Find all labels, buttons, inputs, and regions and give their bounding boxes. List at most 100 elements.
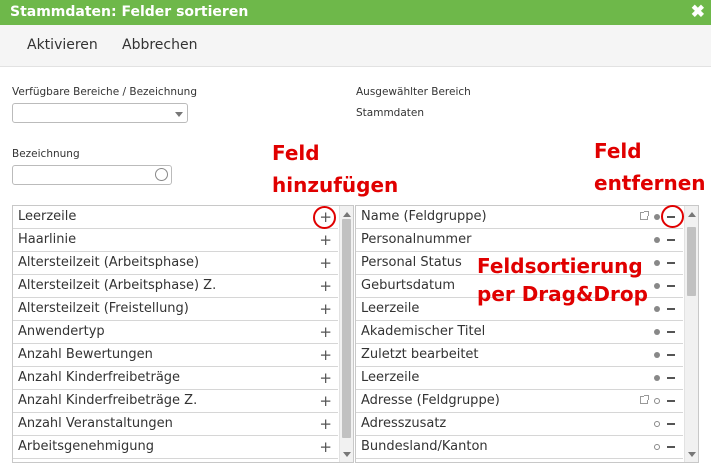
available-field-label: Anwendertyp (18, 324, 105, 339)
selected-field-label: Name (Feldgruppe) (361, 209, 487, 224)
filled-dot-icon[interactable] (654, 306, 660, 312)
selected-area-label: Ausgewählter Bereich (356, 86, 471, 98)
filled-dot-icon[interactable] (654, 283, 660, 289)
selected-field-row[interactable]: Leerzeile (356, 367, 683, 390)
areas-label: Verfügbare Bereiche / Bezeichnung (12, 86, 197, 98)
hollow-dot-icon[interactable] (654, 444, 660, 450)
chevron-down-icon (175, 112, 183, 117)
hollow-dot-icon[interactable] (654, 421, 660, 427)
available-field-row[interactable]: Haarlinie + (13, 229, 338, 252)
minus-icon[interactable] (667, 239, 675, 241)
available-field-row[interactable]: Anzahl Kinderfreibeträge Z. + (13, 390, 338, 413)
available-fields-scrollbar[interactable] (339, 206, 353, 462)
name-search-input[interactable] (12, 165, 172, 185)
filled-dot-icon[interactable] (654, 214, 660, 220)
available-field-label: Anzahl Veranstaltungen (18, 416, 173, 431)
annotation-add-line1: Feld (272, 141, 320, 165)
annotation-remove-line1: Feld (594, 139, 642, 163)
minus-icon[interactable] (667, 354, 675, 356)
name-label: Bezeichnung (12, 148, 80, 160)
selected-field-label: Zuletzt bearbeitet (361, 347, 479, 362)
selected-field-label: Leerzeile (361, 370, 420, 385)
scroll-up-icon[interactable] (688, 212, 696, 217)
available-field-label: Leerzeile (18, 209, 77, 224)
available-field-label: Haarlinie (18, 232, 77, 247)
plus-icon[interactable]: + (319, 436, 332, 458)
available-field-row[interactable]: Altersteilzeit (Arbeitsphase) + (13, 252, 338, 275)
available-fields-list: Leerzeile + Haarlinie + Altersteilzeit (Arbe… (12, 205, 354, 463)
filled-dot-icon[interactable] (654, 375, 660, 381)
selected-fields-scrollbar[interactable] (684, 206, 698, 462)
window-title: Stammdaten: Felder sortieren (10, 4, 249, 20)
available-field-label: Arbeitsgenehmigung (18, 439, 154, 454)
annotation-drag-drop: Feldsortierung per Drag&Drop (477, 252, 648, 308)
selected-field-row[interactable]: Personalnummer (356, 229, 683, 252)
available-field-row[interactable]: Anzahl Kinderfreibeträge + (13, 367, 338, 390)
plus-icon[interactable]: + (319, 275, 332, 297)
scroll-down-icon[interactable] (343, 452, 351, 457)
available-field-label: Altersteilzeit (Arbeitsphase) (18, 255, 200, 270)
minus-icon[interactable] (667, 262, 675, 264)
minus-icon[interactable] (667, 285, 675, 287)
minus-icon[interactable] (667, 377, 675, 379)
available-field-row[interactable]: Altersteilzeit (Arbeitsphase) Z. + (13, 275, 338, 298)
plus-icon[interactable]: + (319, 229, 332, 251)
plus-icon[interactable]: + (319, 252, 332, 274)
selected-field-label: Adresse (Feldgruppe) (361, 393, 500, 408)
selected-field-label: Geburtsdatum (361, 278, 455, 293)
available-field-row[interactable]: Anzahl Veranstaltungen + (13, 413, 338, 436)
annotation-sort-line2: per Drag&Drop (477, 282, 648, 306)
external-link-icon[interactable] (640, 395, 649, 404)
external-link-icon[interactable] (640, 211, 649, 220)
selected-field-label: Akademischer Titel (361, 324, 486, 339)
plus-icon[interactable]: + (319, 390, 332, 412)
selected-field-row[interactable]: Akademischer Titel (356, 321, 683, 344)
window-titlebar: Stammdaten: Felder sortieren ✖ (0, 0, 711, 25)
filled-dot-icon[interactable] (654, 352, 660, 358)
filled-dot-icon[interactable] (654, 237, 660, 243)
available-field-label: Anzahl Kinderfreibeträge (18, 370, 181, 385)
toolbar: Aktivieren Abbrechen (0, 25, 711, 67)
available-field-label: Anzahl Bewertungen (18, 347, 153, 362)
available-field-label: Altersteilzeit (Arbeitsphase) Z. (18, 278, 217, 293)
plus-icon[interactable]: + (319, 413, 332, 435)
available-field-row[interactable]: Anwendertyp + (13, 321, 338, 344)
minus-icon[interactable] (667, 446, 675, 448)
scroll-thumb[interactable] (687, 227, 696, 297)
annotation-add-field: Feld hinzufügen (272, 137, 398, 201)
plus-icon[interactable]: + (319, 367, 332, 389)
selected-field-label: Personalnummer (361, 232, 472, 247)
annotation-sort-line1: Feldsortierung (477, 254, 643, 278)
hollow-dot-icon[interactable] (654, 398, 660, 404)
plus-icon[interactable]: + (319, 321, 332, 343)
filled-dot-icon[interactable] (654, 329, 660, 335)
selected-field-label: Adresszusatz (361, 416, 447, 431)
available-field-row[interactable]: Anzahl Bewertungen + (13, 344, 338, 367)
selected-field-row[interactable]: Adresse (Feldgruppe) (356, 390, 683, 413)
filled-dot-icon[interactable] (654, 260, 660, 266)
areas-select[interactable] (12, 103, 188, 123)
scroll-thumb[interactable] (342, 219, 351, 438)
scroll-up-icon[interactable] (343, 212, 351, 217)
highlight-add-ring (313, 206, 336, 229)
plus-icon[interactable]: + (319, 298, 332, 320)
minus-icon[interactable] (667, 423, 675, 425)
minus-icon[interactable] (667, 331, 675, 333)
plus-icon[interactable]: + (319, 344, 332, 366)
available-field-row[interactable]: Leerzeile + (13, 206, 338, 229)
activate-button[interactable]: Aktivieren (27, 37, 98, 53)
minus-icon[interactable] (667, 400, 675, 402)
selected-field-row[interactable]: Zuletzt bearbeitet (356, 344, 683, 367)
available-field-row[interactable]: Arbeitsgenehmigung + (13, 436, 338, 459)
search-icon[interactable] (155, 168, 168, 181)
close-icon[interactable]: ✖ (691, 1, 705, 23)
selected-field-row[interactable]: Bundesland/Kanton (356, 436, 683, 459)
selected-field-row[interactable]: Name (Feldgruppe) (356, 206, 683, 229)
highlight-remove-ring (661, 205, 684, 228)
cancel-button[interactable]: Abbrechen (122, 37, 197, 53)
selected-field-label: Leerzeile (361, 301, 420, 316)
available-field-row[interactable]: Altersteilzeit (Freistellung) + (13, 298, 338, 321)
selected-field-row[interactable]: Adresszusatz (356, 413, 683, 436)
minus-icon[interactable] (667, 308, 675, 310)
scroll-down-icon[interactable] (688, 452, 696, 457)
